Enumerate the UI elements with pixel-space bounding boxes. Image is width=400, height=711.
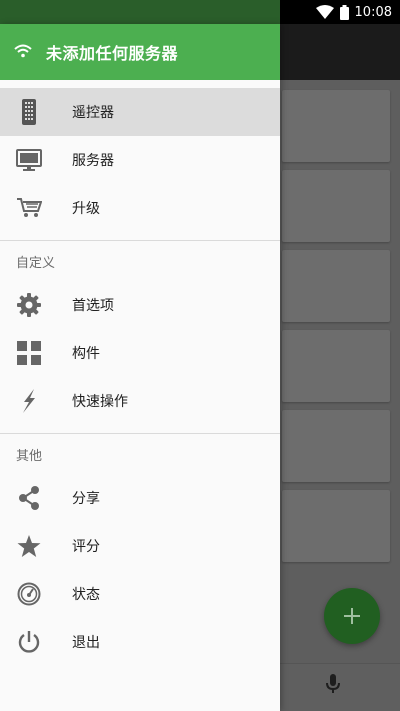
background-card bbox=[282, 170, 390, 242]
drawer-item-widgets[interactable]: 构件 bbox=[0, 329, 280, 377]
monitor-icon bbox=[16, 147, 42, 173]
drawer-header-title: 未添加任何服务器 bbox=[46, 44, 179, 63]
drawer-item-upgrade[interactable]: 升级 bbox=[0, 184, 280, 232]
drawer-item-label: 评分 bbox=[72, 539, 100, 555]
drawer-header[interactable]: 未添加任何服务器 bbox=[0, 24, 280, 80]
remote-icon bbox=[16, 99, 42, 125]
status-time: 10:08 bbox=[354, 4, 392, 20]
gear-icon bbox=[16, 292, 42, 318]
drawer-item-label: 分享 bbox=[72, 491, 100, 507]
mic-icon[interactable] bbox=[324, 673, 342, 699]
widgets-icon bbox=[16, 340, 42, 366]
section-title-customize: 自定义 bbox=[16, 255, 56, 271]
drawer-item-label: 构件 bbox=[72, 346, 100, 362]
drawer-item-label: 快速操作 bbox=[72, 394, 128, 410]
drawer-item-label: 服务器 bbox=[72, 153, 114, 169]
navigation-drawer: 未添加任何服务器 遥控器 服务器 升级 自定义 首选项 构件 快速操作 其他 分… bbox=[0, 24, 280, 711]
status-bar-drawer-tint bbox=[0, 0, 280, 24]
drawer-item-label: 首选项 bbox=[72, 298, 114, 314]
drawer-item-preferences[interactable]: 首选项 bbox=[0, 281, 280, 329]
background-card bbox=[282, 250, 390, 322]
drawer-item-remote[interactable]: 遥控器 bbox=[0, 88, 280, 136]
battery-icon bbox=[339, 4, 349, 20]
drawer-item-servers[interactable]: 服务器 bbox=[0, 136, 280, 184]
add-fab-button[interactable] bbox=[324, 588, 380, 644]
drawer-item-label: 退出 bbox=[72, 635, 100, 651]
status-bar: 10:08 bbox=[0, 0, 400, 24]
plus-icon bbox=[344, 608, 360, 624]
drawer-item-label: 状态 bbox=[72, 587, 100, 603]
background-card bbox=[282, 410, 390, 482]
background-card bbox=[282, 90, 390, 162]
drawer-item-status[interactable]: 状态 bbox=[0, 570, 280, 618]
star-icon bbox=[16, 533, 42, 559]
drawer-item-label: 升级 bbox=[72, 201, 100, 217]
status-icons: 10:08 bbox=[315, 0, 392, 24]
gauge-icon bbox=[16, 581, 42, 607]
drawer-item-share[interactable]: 分享 bbox=[0, 474, 280, 522]
background-card bbox=[282, 330, 390, 402]
share-icon bbox=[16, 485, 42, 511]
drawer-list: 遥控器 服务器 升级 自定义 首选项 构件 快速操作 其他 分享 评分 状态 退… bbox=[0, 80, 280, 666]
drawer-item-quick-actions[interactable]: 快速操作 bbox=[0, 377, 280, 425]
lightning-icon bbox=[16, 388, 42, 414]
drawer-item-label: 遥控器 bbox=[72, 105, 114, 121]
drawer-item-exit[interactable]: 退出 bbox=[0, 618, 280, 666]
section-title-other: 其他 bbox=[16, 448, 43, 464]
wifi-icon bbox=[315, 5, 334, 19]
power-icon bbox=[16, 629, 42, 655]
wifi-icon bbox=[14, 43, 32, 62]
drawer-item-rate[interactable]: 评分 bbox=[0, 522, 280, 570]
cart-icon bbox=[16, 195, 42, 221]
background-card bbox=[282, 490, 390, 562]
